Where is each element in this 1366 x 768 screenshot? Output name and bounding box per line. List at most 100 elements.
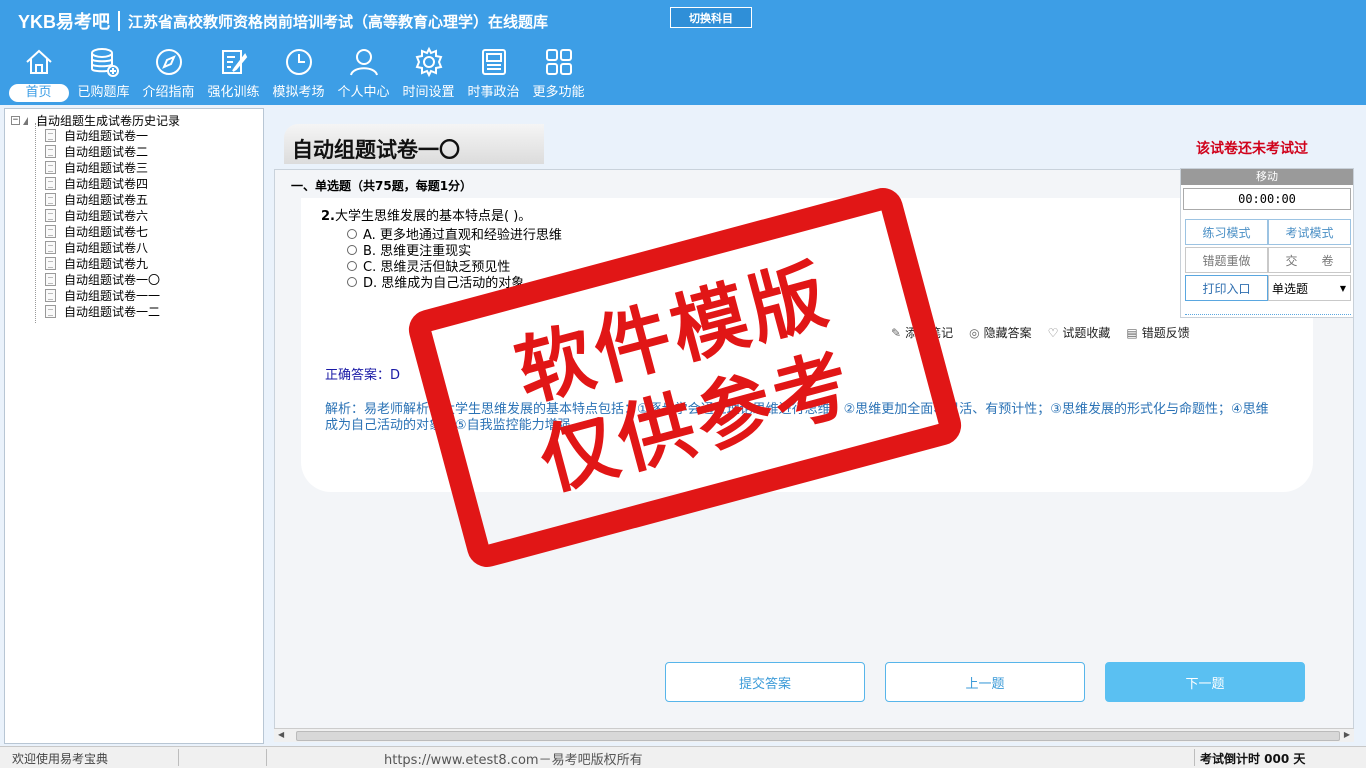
radio-button[interactable] [347,260,357,271]
status-divider [266,749,267,766]
nav-more[interactable]: 更多功能 [526,46,591,104]
select-value: 单选题 [1272,281,1309,296]
tree-item[interactable]: 自动组题试卷一二 [45,303,160,319]
section-heading: 一、单选题（共75题，每题1分） [291,179,473,193]
exam-control-panel: 移动 00:00:00 练习模式 考试模式 错题重做 交 卷 打印入口 单选题 … [1180,168,1354,318]
hand-in-button[interactable]: 交 卷 [1268,247,1351,273]
nav-time-settings[interactable]: 时间设置 [396,46,461,104]
nav-label: 时间设置 [402,85,455,100]
status-divider [178,749,179,766]
app-header: YKB易考吧 江苏省高校教师资格岗前培训考试（高等教育心理学）在线题库 切换科目… [0,0,1366,105]
tree-item[interactable]: 自动组题试卷九 [45,255,160,271]
dropdown-arrow-icon: ▼ [1339,283,1346,293]
tree-item-label: 自动组题试卷四 [64,176,149,191]
option-label: D. 思维成为自己活动的对象 [363,276,525,291]
grid-icon [545,49,572,75]
news-icon [481,49,506,75]
tool-label: 添加笔记 [905,326,954,340]
folder-icon [23,116,28,125]
switch-subject-button[interactable]: 切换科目 [670,7,752,28]
add-note-button[interactable]: ✎ 添加笔记 [891,324,953,341]
tree-item[interactable]: 自动组题试卷一一 [45,287,160,303]
next-question-button[interactable]: 下一题 [1105,662,1305,702]
document-icon [45,304,56,318]
radio-button[interactable] [347,276,357,287]
nav-profile[interactable]: 个人中心 [331,46,396,104]
correct-answer: 正确答案：D [325,368,401,383]
brand: YKB易考吧 江苏省高校教师资格岗前培训考试（高等教育心理学）在线题库 [18,8,548,34]
tree-item[interactable]: 自动组题试卷一 [45,127,160,143]
app-logo: YKB易考吧 [18,12,111,32]
nav-label: 介绍指南 [142,85,195,100]
tree-item[interactable]: 自动组题试卷五 [45,191,160,207]
eye-off-icon: ◎ [969,325,980,340]
tree-item[interactable]: 自动组题试卷八 [45,239,160,255]
document-icon [45,256,56,270]
exam-countdown: 考试倒计时 000 天 [1200,752,1306,766]
nav-guide[interactable]: 介绍指南 [136,46,201,104]
favorite-button[interactable]: ♡ 试题收藏 [1048,324,1111,341]
tree-item[interactable]: 自动组题试卷四 [45,175,160,191]
question-number: 2. [321,209,335,224]
nav-label: 已购题库 [77,85,130,100]
database-icon [90,48,119,77]
main-nav: 首页 已购题库 介绍指南 强化训练 模拟考场 个人中心 时间设置 时事政治 更多… [6,46,591,104]
tree-item-label: 自动组题试卷八 [64,240,149,255]
redo-wrong-button[interactable]: 错题重做 [1185,247,1268,273]
compass-icon [155,49,182,75]
home-icon [25,49,52,74]
nav-label: 首页 [8,84,69,102]
tool-label: 隐藏答案 [983,326,1032,340]
nav-label: 个人中心 [337,85,390,100]
horizontal-scrollbar[interactable]: ◀ ▶ [274,728,1354,742]
option-d[interactable]: D. 思维成为自己活动的对象 [347,272,524,291]
exam-status-notice: 该试卷还未考试过 [1196,141,1308,157]
tree-item[interactable]: 自动组题试卷七 [45,223,160,239]
tree-item-selected[interactable]: 自动组题试卷一〇 [45,271,160,287]
clock-icon [285,49,312,75]
status-bar: 欢迎使用易考宝典 https://www.etest8.com－易考吧版权所有 … [0,746,1366,768]
move-handle[interactable]: 移动 [1181,169,1353,185]
print-entry-button[interactable]: 打印入口 [1185,275,1268,301]
radio-button[interactable] [347,228,357,239]
hide-answer-button[interactable]: ◎ 隐藏答案 [969,324,1032,341]
nav-mock-exam[interactable]: 模拟考场 [266,46,331,104]
exam-timer: 00:00:00 [1183,188,1351,210]
brand-divider [118,11,121,31]
scroll-right-icon[interactable]: ▶ [1344,730,1350,739]
submit-answer-button[interactable]: 提交答案 [665,662,865,702]
document-icon [45,160,56,174]
exam-mode-button[interactable]: 考试模式 [1268,219,1351,245]
document-icon [45,176,56,190]
document-icon [45,144,56,158]
tree-item[interactable]: 自动组题试卷六 [45,207,160,223]
document-icon [45,288,56,302]
tree-item[interactable]: 自动组题试卷二 [45,143,160,159]
tree-item[interactable]: 自动组题试卷三 [45,159,160,175]
panel-divider [1185,314,1351,315]
tool-label: 试题收藏 [1062,326,1111,340]
document-search-icon [45,272,56,286]
radio-button[interactable] [347,244,357,255]
nav-label: 时事政治 [467,85,520,100]
nav-home[interactable]: 首页 [6,46,71,104]
pencil-icon: ✎ [891,325,902,340]
tree-item-label: 自动组题试卷一 [64,128,149,143]
previous-question-button[interactable]: 上一题 [885,662,1085,702]
scroll-left-icon[interactable]: ◀ [278,730,284,739]
tree-item-label: 自动组题试卷六 [64,208,149,223]
tree-item-label: 自动组题试卷七 [64,224,149,239]
answer-analysis: 解析：易老师解析，大学生思维发展的基本特点包括：①逐步学会通过理论思维进行思维；… [325,402,1269,433]
nav-current-affairs[interactable]: 时事政治 [461,46,526,104]
feedback-button[interactable]: ▤ 错题反馈 [1126,324,1189,341]
collapse-icon[interactable]: − [11,116,20,125]
status-divider [1194,749,1195,766]
practice-mode-button[interactable]: 练习模式 [1185,219,1268,245]
nav-training[interactable]: 强化训练 [201,46,266,104]
scroll-thumb[interactable] [296,731,1340,741]
paper-history-tree: − 自动组题生成试卷历史记录 自动组题试卷一 自动组题试卷二 自动组题试卷三 自… [4,108,264,744]
tree-item-label: 自动组题试卷二 [64,144,149,159]
nav-purchased[interactable]: 已购题库 [71,46,136,104]
question-type-select[interactable]: 单选题 ▼ [1268,275,1351,301]
nav-label: 模拟考场 [272,85,325,100]
